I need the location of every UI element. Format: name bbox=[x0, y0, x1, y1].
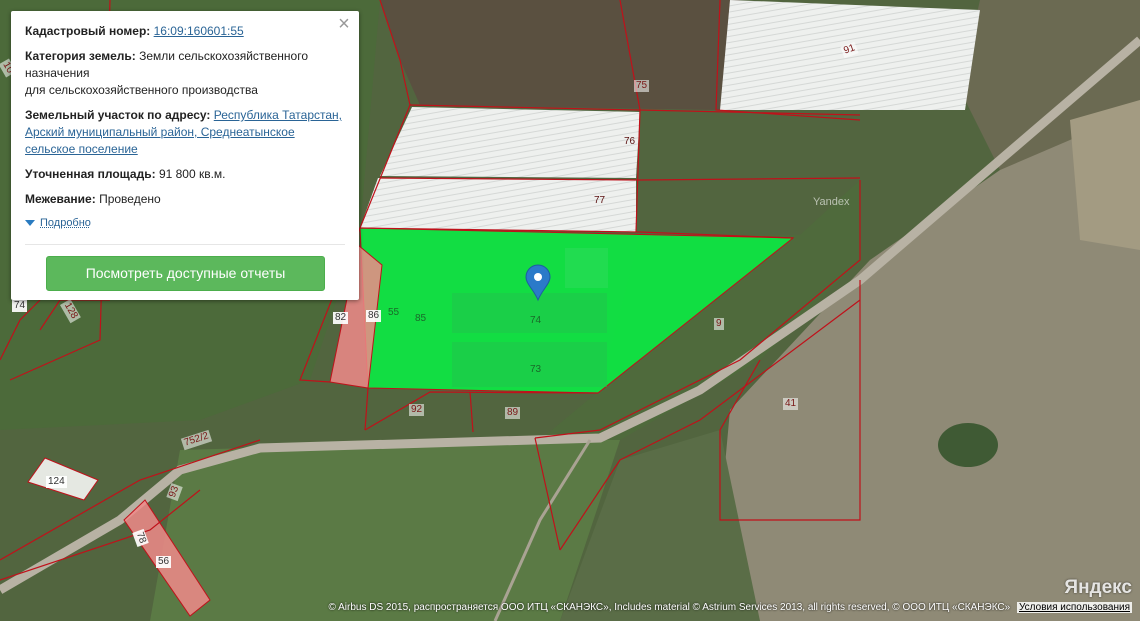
category-row: Категория земель: Земли сельскохозяйстве… bbox=[25, 48, 347, 99]
parcel-label-86: 86 bbox=[366, 310, 382, 322]
cadastral-label: Кадастровый номер: bbox=[25, 24, 151, 38]
address-label: Земельный участок по адресу: bbox=[25, 108, 211, 122]
yandex-watermark: Yandex bbox=[813, 196, 850, 208]
greenhouse-mid bbox=[380, 107, 640, 178]
field-bottom-green bbox=[150, 440, 620, 621]
address-link-3[interactable]: сельское поселение bbox=[25, 142, 138, 156]
address-link-1[interactable]: Республика Татарстан, bbox=[214, 108, 342, 122]
survey-row: Межевание: Проведено bbox=[25, 191, 347, 208]
parcel-label-73: 73 bbox=[530, 364, 542, 375]
parcel-label-74: 74 bbox=[530, 315, 542, 326]
parcel-label-9: 9 bbox=[714, 318, 724, 330]
cadastral-number-link[interactable]: 16:09:160601:55 bbox=[154, 24, 244, 38]
parcel-label-82: 82 bbox=[333, 312, 349, 324]
area-value: 91 800 кв.м. bbox=[158, 167, 226, 181]
category-value-1: Земли сельскохозяйственного bbox=[139, 49, 309, 63]
parcel-label-77: 77 bbox=[594, 195, 606, 206]
building-2 bbox=[452, 293, 607, 333]
parcel-label-74-left: 74 bbox=[12, 300, 28, 312]
more-details-label: Подробно bbox=[40, 217, 91, 229]
category-value-2: назначения bbox=[25, 66, 90, 80]
view-reports-button[interactable]: Посмотреть доступные отчеты bbox=[46, 256, 325, 291]
more-details-toggle[interactable]: Подробно bbox=[25, 217, 91, 229]
divider bbox=[25, 244, 345, 245]
yandex-logo: Яндекс bbox=[1064, 577, 1132, 598]
parcel-label-56: 56 bbox=[156, 556, 172, 568]
field-right-light bbox=[1070, 100, 1140, 250]
parcel-label-89: 89 bbox=[505, 407, 521, 419]
field-top-brown bbox=[380, 0, 740, 110]
category-label: Категория земель: bbox=[25, 49, 136, 63]
address-link-2[interactable]: Арский муниципальный район, Среднеатынск… bbox=[25, 125, 295, 139]
building-1 bbox=[565, 248, 608, 288]
parcel-label-76: 76 bbox=[624, 136, 636, 147]
parcel-label-75: 75 bbox=[634, 80, 650, 92]
category-value-3: для сельскохозяйственного производства bbox=[25, 83, 258, 97]
address-row: Земельный участок по адресу: Республика … bbox=[25, 107, 347, 158]
parcel-label-41: 41 bbox=[783, 398, 799, 410]
parcel-label-124: 124 bbox=[46, 476, 67, 488]
parcel-label-55: 55 bbox=[388, 307, 400, 318]
tree-cluster bbox=[938, 423, 998, 467]
area-label: Уточненная площадь: bbox=[25, 167, 156, 181]
parcel-info-popup: × Кадастровый номер: 16:09:160601:55 Кат… bbox=[11, 11, 359, 300]
triangle-down-icon bbox=[25, 220, 35, 227]
survey-label: Межевание: bbox=[25, 192, 96, 206]
area-row: Уточненная площадь: 91 800 кв.м. bbox=[25, 166, 347, 183]
survey-value: Проведено bbox=[99, 192, 161, 206]
attribution-text: © Airbus DS 2015, распространяется ООО И… bbox=[328, 602, 1011, 613]
parcel-label-85: 85 bbox=[415, 313, 427, 324]
parcel-label-92: 92 bbox=[409, 404, 425, 416]
terms-of-use-link[interactable]: Условия использования bbox=[1017, 602, 1132, 613]
cadastral-row: Кадастровый номер: 16:09:160601:55 bbox=[25, 23, 347, 40]
map-attribution: © Airbus DS 2015, распространяется ООО И… bbox=[329, 602, 1132, 613]
